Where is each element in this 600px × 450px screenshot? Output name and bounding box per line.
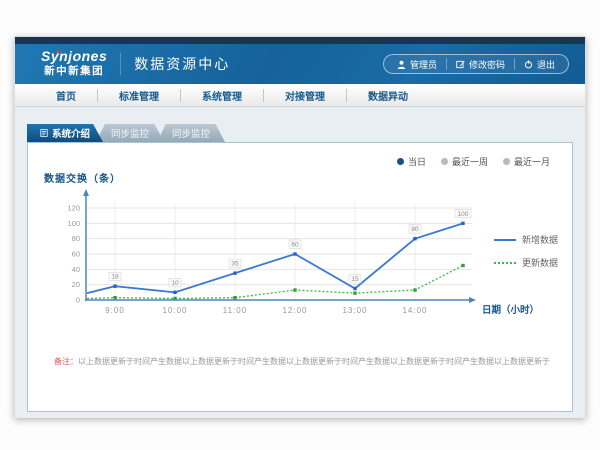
svg-text:15: 15 xyxy=(351,276,359,283)
svg-text:12:00: 12:00 xyxy=(282,306,307,315)
svg-text:80: 80 xyxy=(411,226,419,233)
legend-label: 更新数据 xyxy=(522,256,558,269)
chart-legend: 新增数据 更新数据 xyxy=(494,233,558,279)
header-divider xyxy=(120,53,121,75)
tab-bar: 系统介绍 同步监控 同步监控 xyxy=(27,124,585,142)
document-icon xyxy=(40,129,48,137)
nav-item-interface-mgmt[interactable]: 对接管理 xyxy=(264,88,346,103)
svg-text:18: 18 xyxy=(111,274,119,281)
power-logout-icon xyxy=(524,60,533,69)
legend-item-update-data: 更新数据 xyxy=(494,256,558,269)
main-nav: 首页 标准管理 系统管理 对接管理 数据异动 xyxy=(15,84,585,107)
user-name-button[interactable]: 管理员 xyxy=(388,58,446,70)
time-range-filters: 当日 最近一周 最近一月 xyxy=(397,155,550,168)
svg-text:0: 0 xyxy=(76,296,80,305)
svg-text:40: 40 xyxy=(72,265,80,274)
logout-label: 退出 xyxy=(537,58,555,71)
nav-item-data-change[interactable]: 数据异动 xyxy=(347,88,429,103)
filter-last-week-radio[interactable]: 最近一周 xyxy=(441,155,488,168)
radio-icon xyxy=(441,158,448,165)
company-logo: Synjones 新中新集团 xyxy=(41,50,107,78)
tab-label: 同步监控 xyxy=(111,126,149,140)
filter-today-radio[interactable]: 当日 xyxy=(397,155,426,168)
footnote-prefix: 备注： xyxy=(54,357,78,366)
solid-line-swatch-icon xyxy=(494,239,516,241)
tab-sync-monitor-2[interactable]: 同步监控 xyxy=(157,124,225,142)
nav-item-standard-mgmt[interactable]: 标准管理 xyxy=(98,88,180,103)
user-name-label: 管理员 xyxy=(410,58,437,71)
svg-text:60: 60 xyxy=(291,242,299,249)
svg-text:35: 35 xyxy=(231,261,239,268)
app-header: Synjones 新中新集团 数据资源中心 管理员 修改密码 xyxy=(15,44,585,84)
page-title: 数据资源中心 xyxy=(134,54,230,74)
svg-text:60: 60 xyxy=(72,250,80,259)
nav-item-home[interactable]: 首页 xyxy=(35,88,97,103)
svg-text:日期（小时）: 日期（小时） xyxy=(482,304,539,316)
svg-text:14:00: 14:00 xyxy=(402,306,427,315)
logout-button[interactable]: 退出 xyxy=(514,58,564,70)
footnote: 备注：以上数据更新于时间产生数据以上数据更新于时间产生数据以上数据更新于时间产生… xyxy=(54,356,559,367)
chart-panel: 当日 最近一周 最近一月 数据交换（条） 0 20 40 60 80 100 120 18 10… xyxy=(27,142,573,412)
dotted-line-swatch-icon xyxy=(494,262,516,264)
user-icon xyxy=(397,60,406,69)
svg-text:11:00: 11:00 xyxy=(223,306,247,315)
svg-text:120: 120 xyxy=(67,204,80,213)
logo-wordmark: Synjones xyxy=(41,50,107,63)
radio-selected-icon xyxy=(397,158,404,165)
app-window: Synjones 新中新集团 数据资源中心 管理员 修改密码 xyxy=(14,36,586,418)
filter-label: 当日 xyxy=(408,155,426,168)
svg-text:100: 100 xyxy=(67,219,80,228)
svg-text:10: 10 xyxy=(171,280,179,287)
edit-pencil-icon xyxy=(456,60,465,69)
user-menu: 管理员 修改密码 退出 xyxy=(383,54,569,74)
svg-text:80: 80 xyxy=(72,234,80,243)
tab-sync-monitor-1[interactable]: 同步监控 xyxy=(96,124,164,142)
tab-system-intro[interactable]: 系统介绍 xyxy=(27,124,103,142)
legend-label: 新增数据 xyxy=(522,233,558,246)
legend-item-new-data: 新增数据 xyxy=(494,233,558,246)
change-password-label: 修改密码 xyxy=(469,58,505,71)
nav-item-system-mgmt[interactable]: 系统管理 xyxy=(181,88,263,103)
content-area: 系统介绍 同步监控 同步监控 当日 最近一周 xyxy=(15,107,585,418)
y-axis-title: 数据交换（条） xyxy=(44,170,121,185)
logo-company-name: 新中新集团 xyxy=(41,63,107,78)
filter-label: 最近一月 xyxy=(514,155,550,168)
tab-label: 同步监控 xyxy=(172,126,210,140)
svg-text:9:00: 9:00 xyxy=(105,306,125,315)
change-password-button[interactable]: 修改密码 xyxy=(446,58,514,70)
data-exchange-line-chart: 0 20 40 60 80 100 120 18 10 35 60 15 80 100 9:00 10:00 1… xyxy=(40,185,545,325)
svg-text:10:00: 10:00 xyxy=(162,306,187,315)
svg-text:20: 20 xyxy=(72,280,80,289)
svg-text:100: 100 xyxy=(458,211,469,218)
filter-last-month-radio[interactable]: 最近一月 xyxy=(503,155,550,168)
tab-label: 系统介绍 xyxy=(52,126,90,140)
top-navy-strip xyxy=(15,37,585,44)
radio-icon xyxy=(503,158,510,165)
filter-label: 最近一周 xyxy=(452,155,488,168)
svg-text:13:00: 13:00 xyxy=(342,306,367,315)
footnote-text: 以上数据更新于时间产生数据以上数据更新于时间产生数据以上数据更新于时间产生数据以… xyxy=(78,357,550,366)
